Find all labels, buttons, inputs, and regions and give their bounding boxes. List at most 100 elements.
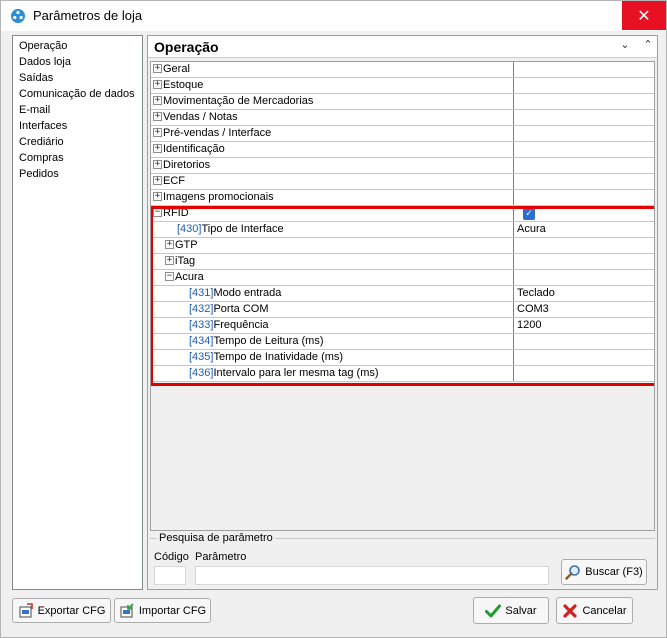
tree-row[interactable]: + Identificação [151,142,654,158]
parameter-code: [436] [189,367,214,379]
codigo-label: Código [154,551,189,563]
expand-icon[interactable]: + [165,239,174,249]
tree-row-name: [435]Tempo de Inatividade (ms) [151,350,514,365]
parameter-code: [434] [189,335,214,347]
tree-row[interactable]: [435]Tempo de Inatividade (ms) [151,350,654,366]
scroll-up-icon[interactable]: ⌃ [641,38,655,51]
tree-row-label: Movimentação de Mercadorias [163,95,314,107]
close-button[interactable]: ✕ [622,1,666,30]
expand-icon[interactable]: + [153,159,162,169]
tree-row[interactable]: + Vendas / Notas [151,110,654,126]
import-icon [120,602,134,617]
search-button-label: Buscar (F3) [585,566,643,578]
collapse-icon[interactable]: ⌄ [618,38,632,51]
tree-row-label: Diretorios [163,159,211,171]
expand-icon[interactable]: + [153,191,162,201]
parameters-tree: + Geral + Estoque + Movimentação de Mercadori… [151,62,654,382]
title-bar: Parâmetros de loja ✕ [1,1,666,31]
save-button[interactable]: Salvar [473,597,549,624]
nav-item[interactable]: Pedidos [13,166,142,182]
tree-row-name: + GTP [151,238,514,253]
expand-icon[interactable]: + [153,79,162,89]
section-title: Operação [154,39,219,55]
export-icon [19,602,33,617]
expand-icon[interactable]: + [165,255,174,265]
tree-row-label: Pré-vendas / Interface [163,127,272,139]
tree-row[interactable]: [431]Modo entrada Teclado [151,286,654,302]
tree-row[interactable]: + Movimentação de Mercadorias [151,94,654,110]
tree-row[interactable]: [430]Tipo de Interface Acura [151,222,654,238]
tree-row-label: Intervalo para ler mesma tag (ms) [213,367,379,379]
parameter-code: [433] [189,319,214,331]
codigo-input[interactable] [154,566,186,585]
parameters-grid[interactable]: + Geral + Estoque + Movimentação de Mercadori… [150,61,655,531]
tree-row-name: − Acura [151,270,514,285]
nav-item[interactable]: Saídas [13,70,142,86]
tree-row-name: [436]Intervalo para ler mesma tag (ms) [151,366,514,381]
section-header: Operação ⌄ ⌃ [148,36,657,58]
tree-row[interactable]: [432]Porta COM COM3 [151,302,654,318]
tree-row[interactable]: + Geral [151,62,654,78]
tree-row-name: [433]Frequência [151,318,514,333]
tree-row[interactable]: + iTag [151,254,654,270]
nav-item[interactable]: Dados loja [13,54,142,70]
nav-item[interactable]: Operação [13,38,142,54]
tree-row-label: Imagens promocionais [163,191,274,203]
tree-row[interactable]: + ECF [151,174,654,190]
nav-item[interactable]: E-mail [13,102,142,118]
nav-item[interactable]: Comunicação de dados [13,86,142,102]
cancel-button[interactable]: Cancelar [556,597,633,624]
nav-item[interactable]: Interfaces [13,118,142,134]
tree-row-label: Tempo de Inatividade (ms) [213,351,344,363]
nav-item[interactable]: Crediário [13,134,142,150]
parametro-input[interactable] [195,566,549,585]
tree-row[interactable]: + Pré-vendas / Interface [151,126,654,142]
tree-row[interactable]: − Acura [151,270,654,286]
tree-row[interactable]: + GTP [151,238,654,254]
tree-row-name: + Imagens promocionais [151,190,514,205]
tree-row[interactable]: − RFID ✓ [151,206,654,222]
tree-row-value[interactable]: Acura [517,222,546,237]
expand-icon[interactable]: + [153,175,162,185]
settings-panel: Operação ⌄ ⌃ + Geral + Estoque + Movimentação… [147,35,658,590]
tree-row-value[interactable]: COM3 [517,302,549,317]
app-icon [11,9,25,23]
export-cfg-button[interactable]: Exportar CFG [12,598,111,623]
category-list[interactable]: Operação Dados loja Saídas Comunicação de d… [12,35,143,590]
window-title: Parâmetros de loja [33,8,143,23]
search-button[interactable]: Buscar (F3) [561,559,647,585]
parametros-window: Parâmetros de loja ✕ Operação Dados loja S… [0,0,667,638]
tree-row-value[interactable]: Teclado [517,286,555,301]
tree-row[interactable]: + Diretorios [151,158,654,174]
tree-row[interactable]: [436]Intervalo para ler mesma tag (ms) [151,366,654,382]
save-label: Salvar [505,604,537,617]
tree-row-name: [430]Tipo de Interface [151,222,514,237]
tree-row[interactable]: + Estoque [151,78,654,94]
expand-icon[interactable]: + [153,63,162,73]
tree-row-name: + Vendas / Notas [151,110,514,125]
collapse-node-icon[interactable]: − [165,271,174,281]
tree-row-label: Geral [163,63,190,75]
expand-icon[interactable]: + [153,95,162,105]
tree-row[interactable]: [433]Frequência 1200 [151,318,654,334]
tree-row-name: [434]Tempo de Leitura (ms) [151,334,514,349]
checkbox-checked-icon[interactable]: ✓ [523,208,535,220]
tree-row-label: Estoque [163,79,204,91]
tree-row-name: + Movimentação de Mercadorias [151,94,514,109]
tree-row-label: iTag [175,255,196,267]
expand-icon[interactable]: + [153,127,162,137]
tree-row-name: [431]Modo entrada [151,286,514,301]
tree-row-value[interactable]: 1200 [517,318,541,333]
checkmark-icon [485,604,502,617]
tree-row-name: + Diretorios [151,158,514,173]
tree-row-name: + ECF [151,174,514,189]
tree-row-name: [432]Porta COM [151,302,514,317]
expand-icon[interactable]: + [153,111,162,121]
tree-row[interactable]: + Imagens promocionais [151,190,654,206]
import-cfg-button[interactable]: Importar CFG [114,598,211,623]
tree-row[interactable]: [434]Tempo de Leitura (ms) [151,334,654,350]
tree-row-label: RFID [163,207,189,219]
expand-icon[interactable]: + [153,143,162,153]
collapse-node-icon[interactable]: − [153,207,162,217]
nav-item[interactable]: Compras [13,150,142,166]
